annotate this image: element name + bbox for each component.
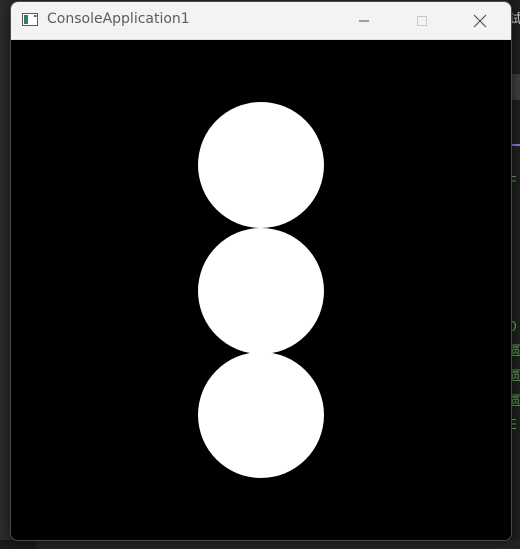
console-app-icon bbox=[22, 13, 38, 26]
circle-bottom bbox=[198, 352, 324, 478]
circle-top bbox=[198, 102, 324, 228]
close-icon bbox=[473, 14, 487, 27]
minimize-button[interactable] bbox=[335, 2, 393, 39]
background-status-strip-left bbox=[0, 540, 36, 549]
minimize-icon bbox=[359, 20, 369, 21]
circles-drawing bbox=[198, 102, 324, 478]
maximize-button[interactable] bbox=[393, 2, 451, 39]
maximize-icon bbox=[417, 15, 427, 26]
close-button[interactable] bbox=[451, 2, 509, 39]
drawing-canvas bbox=[11, 40, 511, 540]
console-window[interactable]: ConsoleApplication1 bbox=[10, 1, 512, 541]
title-bar[interactable]: ConsoleApplication1 bbox=[11, 2, 511, 40]
circle-middle bbox=[198, 228, 324, 354]
window-title: ConsoleApplication1 bbox=[47, 11, 190, 27]
background-status-strip bbox=[0, 540, 520, 549]
